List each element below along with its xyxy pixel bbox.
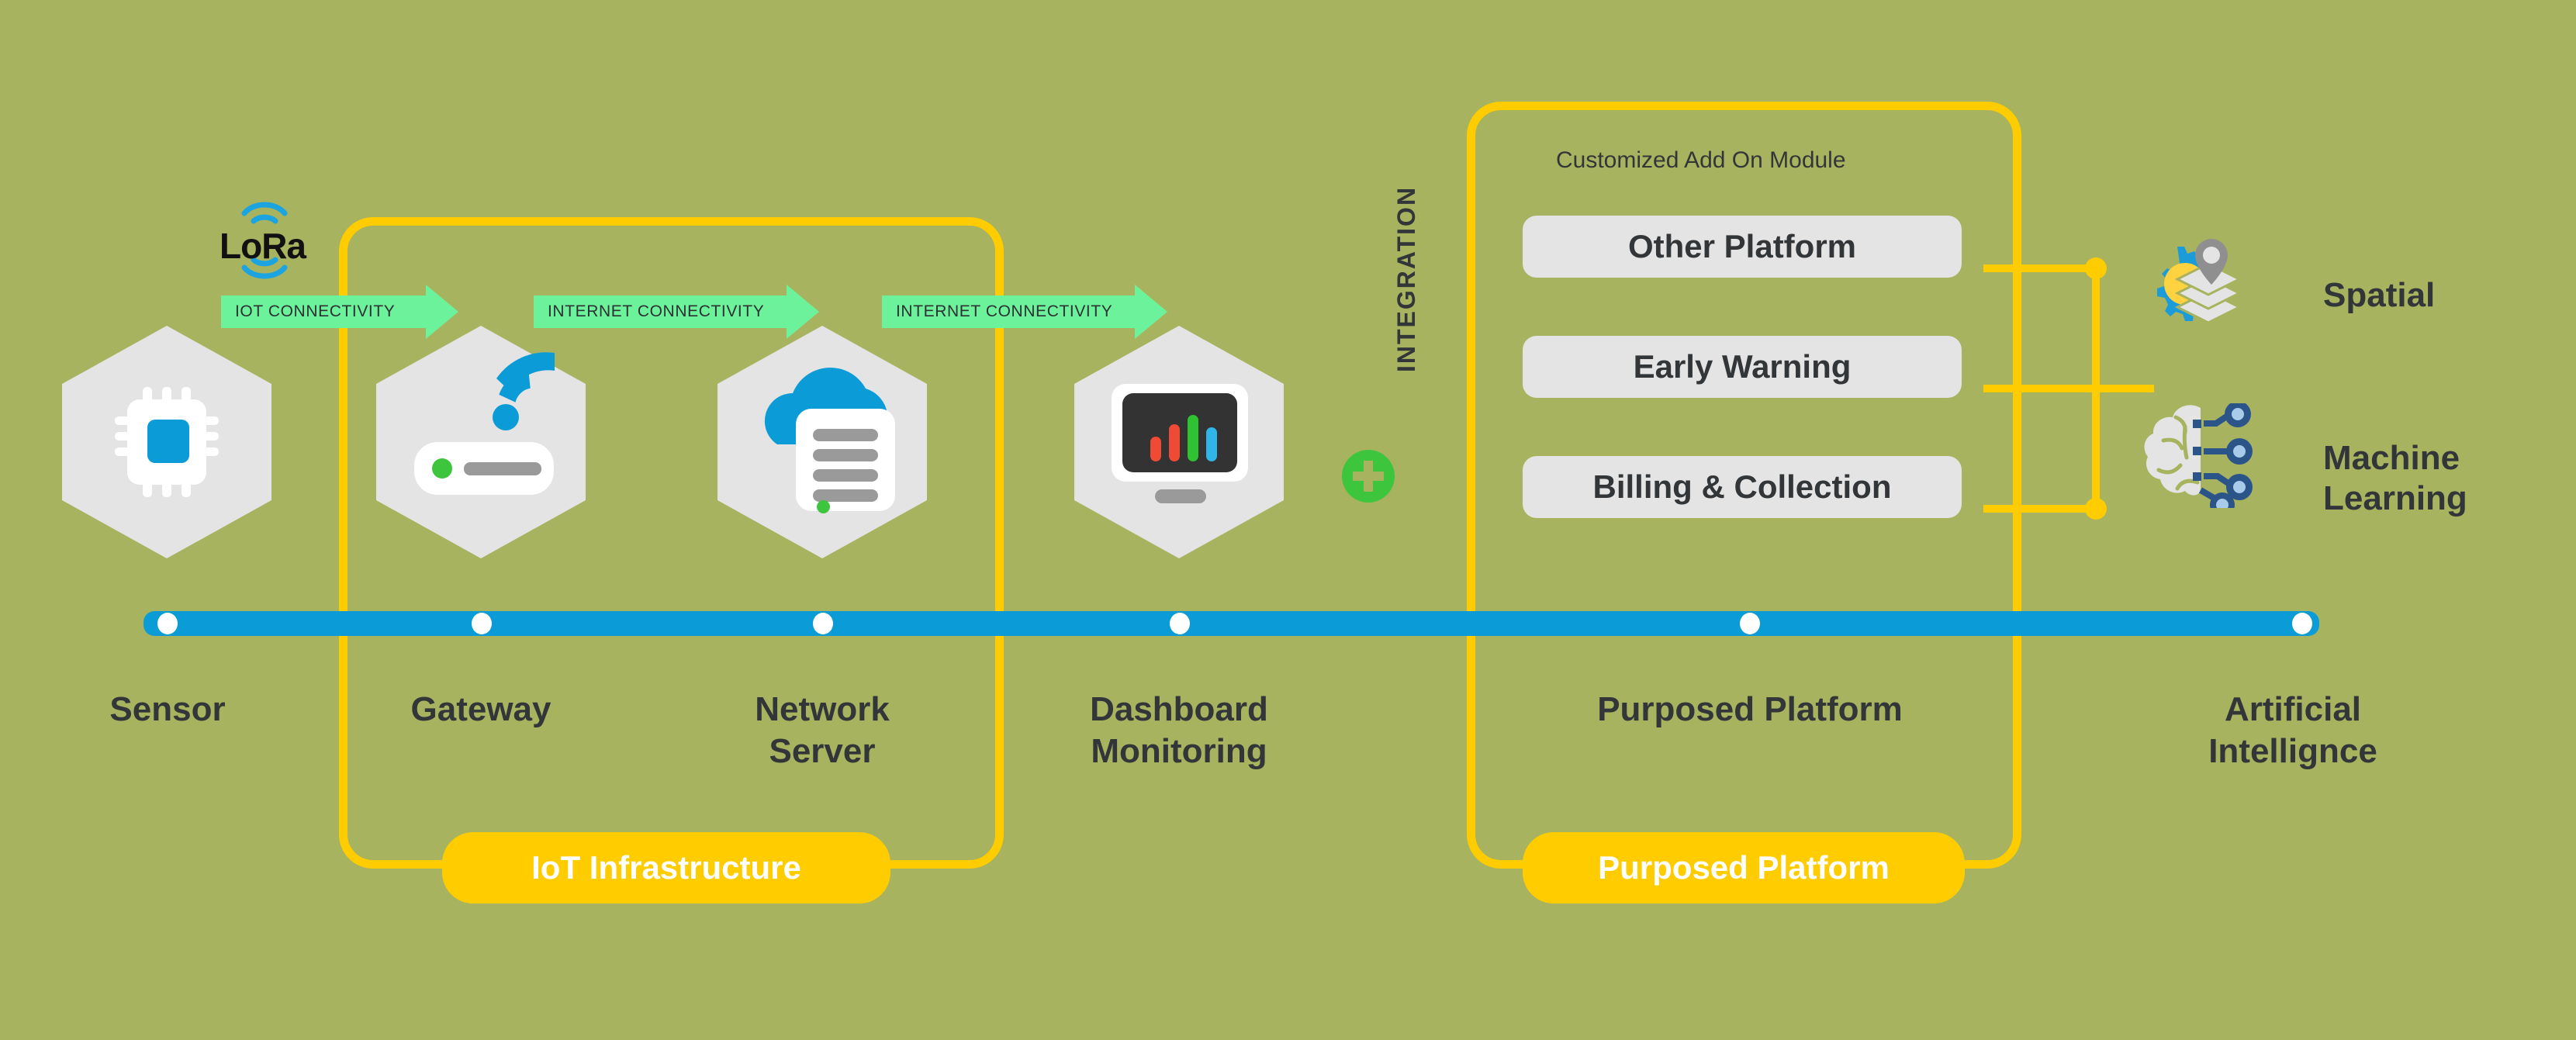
purposed-platform-pill: Purposed Platform (1523, 832, 1965, 904)
microchip-icon (109, 376, 225, 508)
integration-label: INTEGRATION (1392, 185, 1420, 372)
module-card-label: Billing & Collection (1592, 468, 1892, 505)
module-card-other-platform[interactable]: Other Platform (1523, 216, 1962, 278)
stage-label-line1: Network (755, 690, 890, 728)
network-server-status-dot (817, 500, 830, 513)
timeline-dot-purposed-platform (1740, 613, 1760, 634)
arrow-label: INTERNET CONNECTIVITY (548, 302, 765, 320)
stage-label-artificial-intelligence: Artificial Intellignce (2177, 689, 2409, 772)
connector-billing (1983, 505, 2100, 513)
stage-label-purposed-platform: Purposed Platform (1597, 690, 1903, 728)
connector-vertical-right (2092, 264, 2100, 513)
lora-wordmark: LoRa (220, 226, 306, 266)
timeline-dot-gateway (472, 613, 492, 634)
arrow-label: INTERNET CONNECTIVITY (896, 302, 1113, 320)
stage-label-gateway: Gateway (410, 690, 552, 728)
spatial-label: Spatial (2323, 276, 2436, 314)
connector-other-platform (1983, 264, 2100, 272)
gear-map-layers-icon (2129, 233, 2273, 333)
stage-label-line2: Server (769, 731, 876, 770)
module-card-label: Early Warning (1633, 348, 1852, 385)
stage-label-network-server: Network Server (706, 689, 939, 772)
iot-connectivity-arrow: IOT CONNECTIVITY (221, 285, 458, 339)
internet-connectivity-arrow-1: INTERNET CONNECTIVITY (534, 285, 819, 339)
timeline-dot-artificial-intelligence (2292, 613, 2312, 634)
arrow-head-icon (426, 285, 458, 339)
arrow-head-icon (1135, 285, 1167, 339)
pill-label: Purposed Platform (1598, 849, 1890, 886)
timeline-dot-network-server (813, 613, 833, 634)
module-card-early-warning[interactable]: Early Warning (1523, 336, 1962, 398)
timeline-bar (143, 611, 2319, 636)
stage-label-line1: Dashboard (1090, 690, 1268, 728)
timeline-dot-dashboard (1170, 613, 1190, 634)
wireless-router-icon (397, 349, 564, 527)
connector-corner-bottom (2085, 498, 2107, 520)
stage-label-line2: Monitoring (1091, 731, 1267, 770)
stage-label-line2: Intellignce (2208, 731, 2377, 770)
arrow-head-icon (787, 285, 819, 339)
connector-early-warning (1983, 385, 2154, 392)
brain-circuit-icon (2129, 401, 2273, 517)
addon-module-title: Customized Add On Module (1556, 147, 1846, 173)
plus-icon (1342, 450, 1395, 503)
stage-label-dashboard-monitoring: Dashboard Monitoring (1063, 689, 1295, 772)
machine-learning-label: Machine Learning (2323, 438, 2467, 519)
machine-learning-label-line1: Machine (2323, 439, 2460, 477)
diagram-canvas: LoRa IOT CONNECTIVITY INTERNET CONNECTIV… (0, 0, 2576, 1040)
monitor-chart-icon (1098, 376, 1262, 516)
module-card-label: Other Platform (1627, 228, 1857, 264)
connector-corner-top (2085, 257, 2107, 279)
internet-connectivity-arrow-2: INTERNET CONNECTIVITY (882, 285, 1167, 339)
iot-infrastructure-pill: IoT Infrastructure (442, 832, 890, 904)
module-card-billing-collection[interactable]: Billing & Collection (1523, 456, 1962, 518)
pill-label: IoT Infrastructure (531, 849, 801, 886)
machine-learning-label-line2: Learning (2323, 479, 2467, 517)
stage-label-line1: Artificial (2224, 690, 2362, 728)
timeline-dot-sensor (157, 613, 178, 634)
stage-label-sensor: Sensor (109, 690, 226, 728)
arrow-label: IOT CONNECTIVITY (235, 302, 396, 320)
